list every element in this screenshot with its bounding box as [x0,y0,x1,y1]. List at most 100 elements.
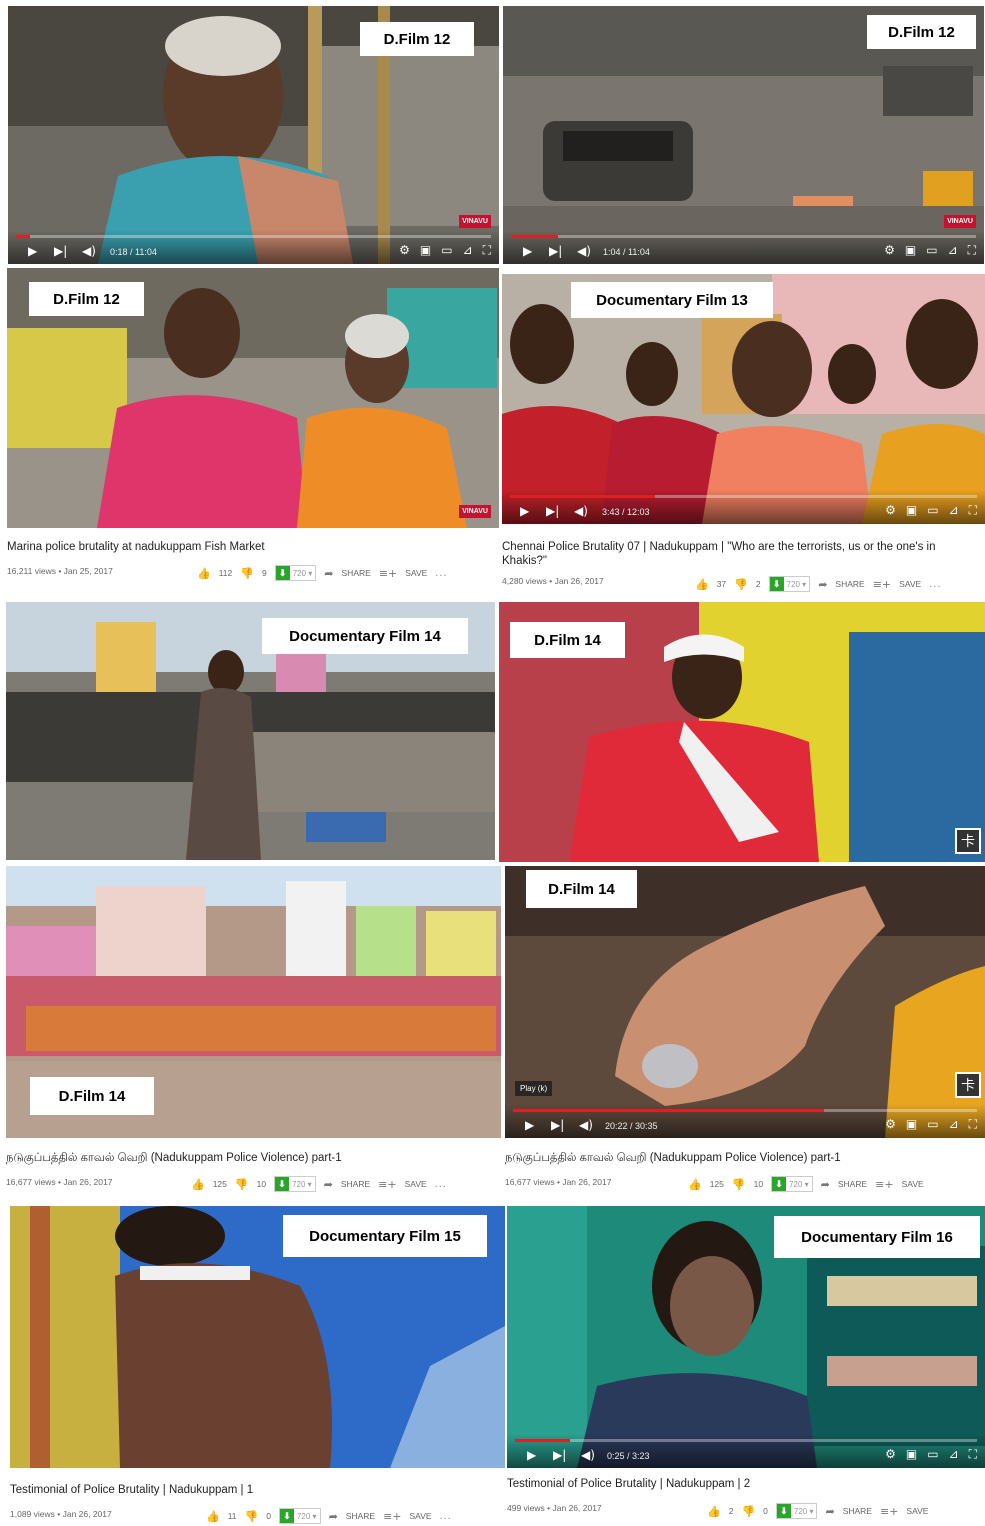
quality-select[interactable]: 720 ▾ [290,569,316,578]
save-icon[interactable]: ≡+ [873,578,891,591]
more-icon[interactable]: ... [440,1510,452,1522]
like-icon[interactable]: 👍 [688,1178,702,1191]
share-icon[interactable]: ➦ [821,1178,830,1191]
play-icon[interactable]: ▶ [523,244,532,258]
like-icon[interactable]: 👍 [707,1505,721,1518]
download-button[interactable]: ⬇ 720 ▾ [274,565,317,581]
download-button[interactable]: ⬇ 720 ▾ [278,1508,321,1524]
cast-icon[interactable]: ⊿ [949,503,959,518]
next-icon[interactable]: ▶| [546,504,559,518]
progress-bar[interactable] [511,235,976,238]
video-title[interactable]: Chennai Police Brutality 07 | Nadukuppam… [502,540,972,568]
theater-icon[interactable]: ▭ [926,243,937,258]
save-icon[interactable]: ≡+ [383,1510,401,1523]
play-icon[interactable]: ▶ [527,1448,536,1462]
play-icon[interactable]: ▶ [520,504,529,518]
video-title[interactable]: Testimonial of Police Brutality | Naduku… [507,1478,750,1490]
video-title[interactable]: நடுகுப்பத்தில் காவல் வெறி (Nadukuppam Po… [505,1152,841,1166]
settings-icon[interactable]: ⚙ [884,243,895,258]
volume-icon[interactable]: ◀) [581,1448,595,1462]
video-player-3[interactable]: D.Film 12 VINAVU [7,268,499,528]
miniplayer-icon[interactable]: ▣ [906,1447,917,1462]
quality-select[interactable]: 720 ▾ [784,580,810,589]
share-icon[interactable]: ➦ [324,567,333,580]
dislike-icon[interactable]: 👎 [741,1505,755,1518]
fullscreen-icon[interactable]: ⛶ [968,243,976,258]
save-icon[interactable]: ≡+ [875,1178,893,1191]
video-title[interactable]: நடுகுப்பத்தில் காவல் வெறி (Nadukuppam Po… [6,1152,342,1166]
more-icon[interactable]: ... [435,567,447,579]
miniplayer-icon[interactable]: ▣ [905,243,916,258]
more-icon[interactable]: ... [929,578,941,590]
video-player-10[interactable]: Documentary Film 16 ▶ ▶| ◀) 0:25 / 3:23 … [507,1206,985,1468]
fullscreen-icon[interactable]: ⛶ [969,503,977,518]
save-icon[interactable]: ≡+ [378,1178,396,1191]
theater-icon[interactable]: ▭ [927,1117,938,1132]
next-icon[interactable]: ▶| [553,1448,566,1462]
settings-icon[interactable]: ⚙ [885,1447,896,1462]
like-icon[interactable]: 👍 [197,567,211,580]
fullscreen-icon[interactable]: ⛶ [483,243,491,258]
save-icon[interactable]: ≡+ [379,567,397,580]
dislike-icon[interactable]: 👎 [235,1178,249,1191]
download-button[interactable]: ⬇ 720 ▾ [771,1176,813,1192]
share-icon[interactable]: ➦ [825,1505,834,1518]
theater-icon[interactable]: ▭ [927,1447,938,1462]
video-title[interactable]: Testimonial of Police Brutality | Naduku… [10,1484,253,1496]
share-icon[interactable]: ➦ [329,1510,338,1523]
dislike-icon[interactable]: 👎 [245,1510,259,1523]
quality-select[interactable]: 720 ▾ [791,1507,817,1516]
fullscreen-icon[interactable]: ⛶ [969,1117,977,1132]
cast-icon[interactable]: ⊿ [949,1447,959,1462]
download-button[interactable]: ⬇ 720 ▾ [274,1176,316,1192]
share-button[interactable]: SHARE [346,1511,375,1521]
fullscreen-icon[interactable]: ⛶ [969,1447,977,1462]
quality-select[interactable]: 720 ▾ [294,1512,320,1521]
progress-bar[interactable] [16,235,491,238]
dislike-icon[interactable]: 👎 [732,1178,746,1191]
share-button[interactable]: SHARE [341,1179,370,1189]
progress-bar[interactable] [510,495,977,498]
miniplayer-icon[interactable]: ▣ [906,1117,917,1132]
volume-icon[interactable]: ◀) [574,504,588,518]
quality-select[interactable]: 720 ▾ [786,1180,812,1189]
save-button[interactable]: SAVE [410,1511,432,1521]
progress-bar[interactable] [515,1439,977,1442]
play-icon[interactable]: ▶ [525,1118,534,1132]
cast-icon[interactable]: ⊿ [948,243,958,258]
share-button[interactable]: SHARE [838,1179,867,1189]
save-button[interactable]: SAVE [405,568,427,578]
download-button[interactable]: ⬇ 720 ▾ [775,1503,818,1519]
dislike-icon[interactable]: 👎 [240,567,254,580]
like-icon[interactable]: 👍 [206,1510,220,1523]
save-button[interactable]: SAVE [906,1506,928,1516]
theater-icon[interactable]: ▭ [441,243,452,258]
save-button[interactable]: SAVE [405,1179,427,1189]
play-icon[interactable]: ▶ [28,244,37,258]
volume-icon[interactable]: ◀) [82,244,96,258]
cast-icon[interactable]: ⊿ [949,1117,959,1132]
video-player-8[interactable]: D.Film 14 卡 Play (k) ▶ ▶| ◀) 20:22 / 30:… [505,866,985,1138]
share-icon[interactable]: ➦ [818,578,827,591]
theater-icon[interactable]: ▭ [927,503,938,518]
share-button[interactable]: SHARE [835,579,864,589]
video-player-2[interactable]: D.Film 12 VINAVU ▶ ▶| ◀) 1:04 / 11:04 ⚙ … [503,6,984,264]
miniplayer-icon[interactable]: ▣ [420,243,431,258]
video-player-1[interactable]: D.Film 12 VINAVU ▶ ▶| ◀) 0:18 / 11:04 ⚙ … [8,6,499,264]
next-icon[interactable]: ▶| [54,244,67,258]
cast-icon[interactable]: ⊿ [463,243,473,258]
next-icon[interactable]: ▶| [549,244,562,258]
share-icon[interactable]: ➦ [324,1178,333,1191]
share-button[interactable]: SHARE [843,1506,872,1516]
more-icon[interactable]: ... [435,1178,447,1190]
settings-icon[interactable]: ⚙ [885,503,896,518]
settings-icon[interactable]: ⚙ [885,1117,896,1132]
dislike-icon[interactable]: 👎 [734,578,748,591]
volume-icon[interactable]: ◀) [577,244,591,258]
settings-icon[interactable]: ⚙ [399,243,410,258]
video-player-4[interactable]: Documentary Film 13 ▶ ▶| ◀) 3:43 / 12:03… [502,274,985,524]
quality-select[interactable]: 720 ▾ [289,1180,315,1189]
like-icon[interactable]: 👍 [695,578,709,591]
share-button[interactable]: SHARE [342,568,371,578]
video-title[interactable]: Marina police brutality at nadukuppam Fi… [7,541,265,553]
